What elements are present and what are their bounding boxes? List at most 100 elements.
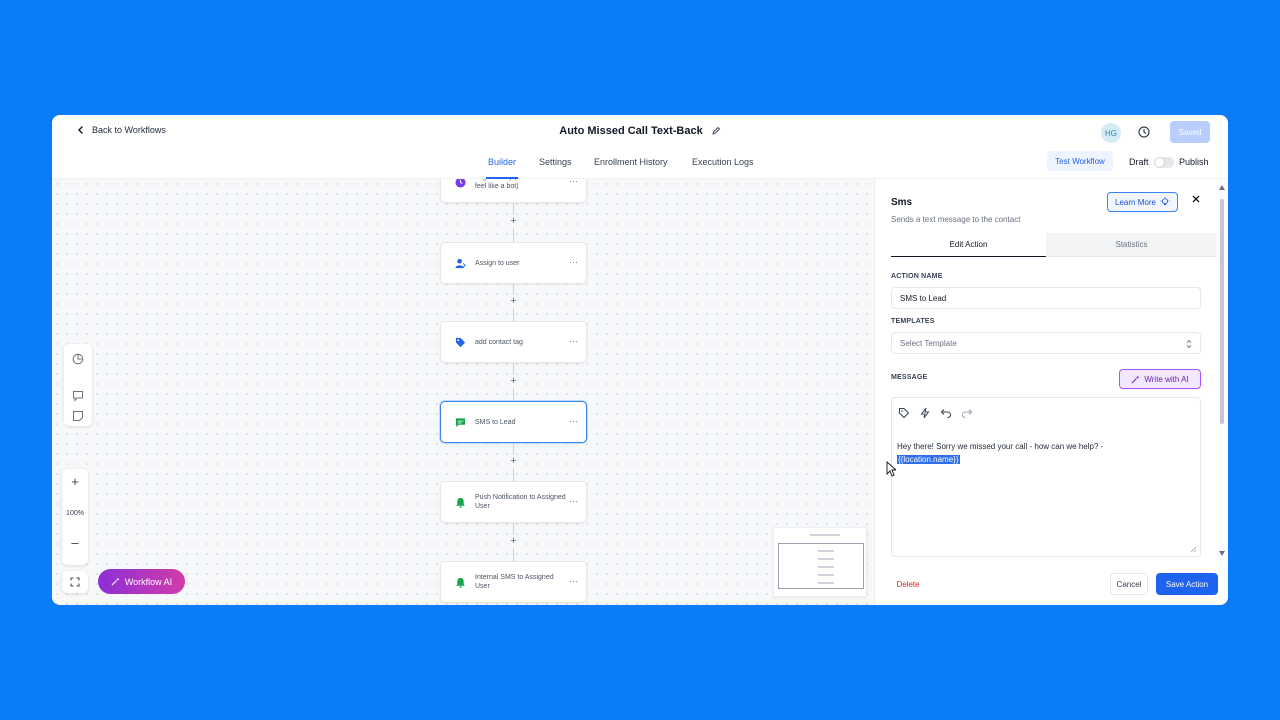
zoom-level: 100% — [66, 510, 84, 517]
node-label: add contact tag — [475, 338, 523, 346]
workflow-node-push-notification[interactable]: Push Notification to Assigned User ··· — [440, 481, 587, 523]
action-name-label: ACTION NAME — [891, 273, 943, 280]
panel-footer: Delete Cancel Save Action — [875, 569, 1228, 605]
zoom-controls: + 100% – — [62, 469, 88, 565]
top-header: Back to Workflows Auto Missed Call Text-… — [52, 115, 1228, 179]
add-step-button[interactable]: + — [507, 455, 520, 468]
more-options-icon[interactable]: ··· — [569, 179, 578, 186]
panel-subtitle: Sends a text message to the contact — [891, 215, 1021, 224]
node-label: Assign to user — [475, 259, 520, 267]
publish-toggle[interactable] — [1154, 157, 1174, 168]
workflow-ai-label: Workflow AI — [124, 576, 173, 587]
message-icon — [453, 415, 467, 429]
expand-icon — [70, 577, 80, 587]
publish-label: Publish — [1179, 157, 1209, 167]
workflow-node-assign-user[interactable]: Assign to user ··· — [440, 242, 587, 284]
panel-tabs: Edit Action Statistics — [891, 233, 1217, 257]
lightbulb-icon — [1160, 197, 1170, 205]
zoom-in-button[interactable]: + — [62, 474, 88, 489]
redo-icon[interactable] — [961, 406, 973, 418]
tab-execution-logs[interactable]: Execution Logs — [692, 157, 754, 167]
magic-wand-icon — [1131, 374, 1140, 383]
workflow-node-add-tag[interactable]: add contact tag ··· — [440, 321, 587, 363]
panel-title: Sms — [891, 197, 913, 208]
saved-button[interactable]: Saved — [1170, 121, 1210, 143]
close-icon[interactable] — [1190, 193, 1202, 205]
save-action-button[interactable]: Save Action — [1156, 573, 1218, 595]
panel-scrollbar[interactable] — [1219, 185, 1225, 556]
message-label: MESSAGE — [891, 374, 928, 381]
avatar[interactable]: HG — [1101, 123, 1121, 143]
resize-handle-icon[interactable] — [1190, 546, 1197, 553]
more-options-icon[interactable]: ··· — [569, 496, 578, 506]
learn-more-label: Learn More — [1115, 197, 1156, 207]
undo-icon[interactable] — [940, 406, 952, 418]
bell-icon — [453, 575, 467, 589]
add-step-button[interactable]: + — [507, 535, 520, 548]
node-label: SMS to Lead — [475, 418, 516, 426]
zoom-out-button[interactable]: – — [62, 535, 88, 550]
tab-settings[interactable]: Settings — [539, 157, 572, 167]
workflow-node-delay[interactable]: Slight Delay (so SMS doesn't feel like a… — [440, 179, 587, 203]
canvas-toolbar — [64, 344, 92, 426]
tag-icon — [453, 335, 467, 349]
delete-button[interactable]: Delete — [885, 573, 931, 595]
magic-wand-icon — [111, 577, 120, 586]
fit-view-button[interactable] — [62, 571, 88, 593]
more-options-icon[interactable]: ··· — [569, 576, 578, 586]
more-options-icon[interactable]: ··· — [569, 336, 578, 346]
tab-builder[interactable]: Builder — [485, 157, 519, 179]
comment-icon[interactable] — [72, 390, 84, 402]
scroll-up-arrow[interactable] — [1219, 185, 1225, 190]
add-step-button[interactable]: + — [507, 295, 520, 308]
message-editor[interactable]: Hey there! Sorry we missed your call - h… — [891, 397, 1201, 557]
clock-icon — [453, 179, 467, 189]
minimap[interactable] — [773, 527, 867, 597]
note-icon[interactable] — [72, 410, 84, 422]
draft-label: Draft — [1129, 157, 1149, 167]
message-body: Hey there! Sorry we missed your call - h… — [897, 442, 1104, 451]
scroll-down-arrow[interactable] — [1219, 551, 1225, 556]
node-label: Slight Delay (so SMS doesn't feel like a… — [475, 179, 565, 190]
add-step-button[interactable]: + — [507, 375, 520, 388]
bell-icon — [453, 495, 467, 509]
history-icon[interactable] — [1137, 125, 1151, 139]
user-icon — [453, 256, 467, 270]
add-step-button[interactable]: + — [507, 215, 520, 228]
templates-select[interactable]: Select Template — [891, 332, 1201, 354]
write-with-ai-button[interactable]: Write with AI — [1119, 369, 1201, 389]
lightning-icon[interactable] — [919, 406, 931, 419]
mouse-cursor-icon — [886, 461, 896, 477]
more-options-icon[interactable]: ··· — [569, 257, 578, 267]
builder-tabs: Builder Settings Enrollment History Exec… — [52, 151, 1228, 179]
workflow-builder-window: Back to Workflows Auto Missed Call Text-… — [52, 115, 1228, 605]
cancel-button[interactable]: Cancel — [1110, 573, 1148, 595]
action-name-input[interactable]: SMS to Lead — [891, 287, 1201, 309]
message-variable[interactable]: {{location.name}} — [897, 455, 960, 464]
action-name-value: SMS to Lead — [900, 293, 947, 303]
message-text[interactable]: Hey there! Sorry we missed your call - h… — [897, 440, 1193, 466]
workflow-node-sms-to-lead[interactable]: SMS to Lead ··· — [440, 401, 587, 443]
more-options-icon[interactable]: ··· — [569, 416, 578, 426]
scroll-thumb[interactable] — [1220, 199, 1224, 424]
tab-statistics[interactable]: Statistics — [1046, 233, 1217, 257]
tab-enrollment-history[interactable]: Enrollment History — [594, 157, 668, 167]
action-panel: Sms Sends a text message to the contact … — [874, 179, 1228, 605]
tab-edit-action[interactable]: Edit Action — [891, 233, 1046, 257]
write-with-ai-label: Write with AI — [1144, 374, 1189, 384]
node-label: Internal SMS to Assigned User — [475, 574, 554, 590]
workflow-title: Auto Missed Call Text-Back — [559, 125, 703, 137]
test-workflow-button[interactable]: Test Workflow — [1047, 151, 1113, 171]
tag-icon[interactable] — [898, 406, 910, 419]
templates-label: TEMPLATES — [891, 318, 935, 325]
editor-toolbar — [898, 406, 973, 419]
workflow-title-bar: Auto Missed Call Text-Back — [52, 125, 1228, 137]
workflow-canvas[interactable]: + + + + + Slight Delay (so SMS doesn't f… — [52, 179, 874, 605]
workflow-node-internal-sms[interactable]: Internal SMS to Assigned User ··· — [440, 561, 587, 603]
chevron-updown-icon — [1186, 339, 1192, 349]
pencil-icon[interactable] — [711, 126, 721, 136]
learn-more-button[interactable]: Learn More — [1107, 192, 1178, 212]
chart-icon[interactable] — [72, 353, 84, 365]
workflow-ai-button[interactable]: Workflow AI — [98, 569, 185, 594]
templates-placeholder: Select Template — [900, 338, 957, 348]
